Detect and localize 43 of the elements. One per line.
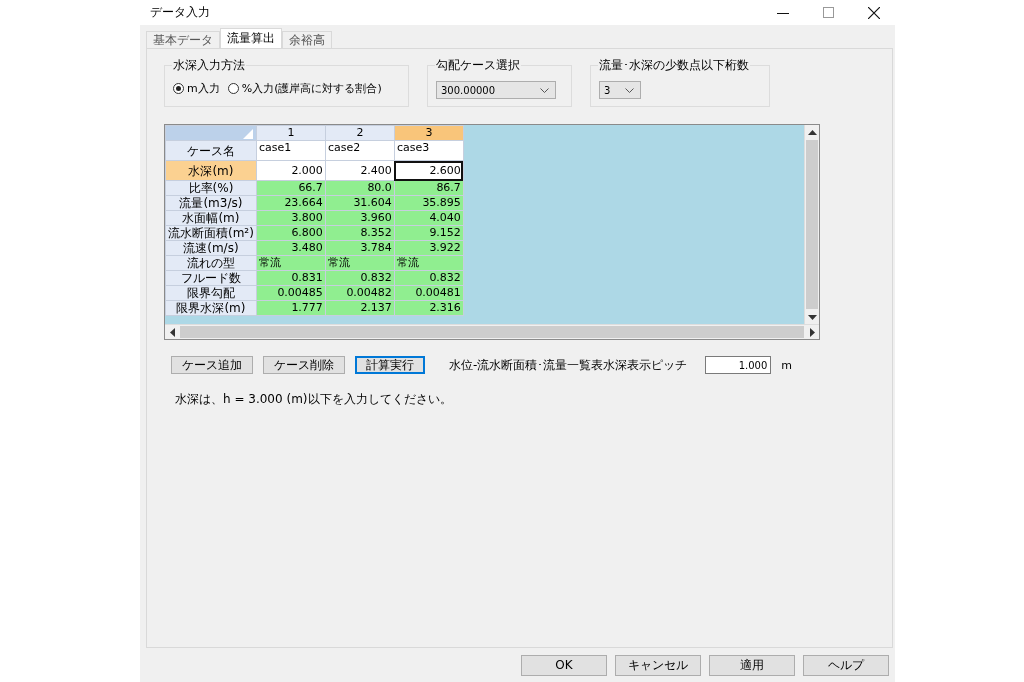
slope-case-dropdown[interactable]: 300.00000 [436,81,556,99]
maximize-icon[interactable] [823,7,834,18]
scroll-thumb[interactable] [806,140,818,309]
horizontal-scrollbar[interactable] [165,324,819,339]
group-title: 流量･水深の少数点以下桁数 [598,57,750,74]
vertical-scrollbar[interactable] [804,125,819,324]
column-header[interactable]: 3 [394,125,464,141]
unit-label: m [781,358,793,372]
note-text: 水深は、h = 3.000 (m)以下を入力してください。 [175,391,453,408]
radio-button[interactable] [173,83,184,94]
down-arrow-icon[interactable] [807,314,817,320]
left-arrow-icon[interactable] [169,327,175,337]
group-title: 水深入力方法 [172,57,246,74]
caret-icon [625,87,634,93]
dialog-button[interactable]: 適用 [709,654,795,676]
pitch-label: 水位-流水断面積･流量一覧表水深表示ピッチ [449,356,688,374]
row-header[interactable]: ケース名 [165,140,257,161]
close-icon[interactable] [868,6,880,19]
triangle-icon [242,129,253,139]
pitch-input[interactable]: 1.000 [705,356,772,374]
dialog-button[interactable]: キャンセル [615,654,701,676]
caret-icon [540,87,549,93]
dialog-button[interactable]: OK [521,654,607,676]
column-header[interactable]: 1 [256,125,326,141]
tab[interactable]: 余裕高 [282,31,332,48]
row-header[interactable]: 水深(m) [165,160,257,181]
window-title: データ入力 [150,4,210,21]
tab[interactable]: 流量算出 [220,28,282,48]
radio-label[interactable]: m入力 [187,81,220,96]
up-arrow-icon[interactable] [807,129,817,135]
tab[interactable]: 基本データ [146,31,220,48]
scroll-thumb[interactable] [180,326,804,338]
decimal-digits-dropdown[interactable]: 3 [599,81,641,99]
column-header[interactable]: 2 [325,125,395,141]
radio-label[interactable]: %入力(護岸高に対する割合) [241,81,382,96]
dialog-button[interactable]: ヘルプ [803,654,889,676]
table-cell[interactable]: 2.600 [394,160,464,181]
radio-button[interactable] [227,83,239,94]
action-button[interactable]: ケース追加 [171,356,253,374]
action-button[interactable]: 計算実行 [355,356,425,374]
group-title: 勾配ケース選択 [435,57,521,74]
action-button[interactable]: ケース削除 [263,356,345,374]
right-arrow-icon[interactable] [809,327,815,337]
